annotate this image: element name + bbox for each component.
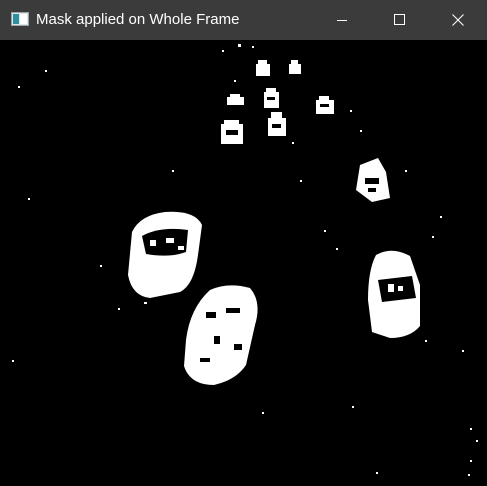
- minimize-icon: [337, 20, 347, 21]
- title-bar[interactable]: Mask applied on Whole Frame: [0, 0, 487, 40]
- mask-blob-right-car: [368, 250, 420, 338]
- mask-frame: [0, 40, 487, 486]
- minimize-button[interactable]: [313, 0, 371, 40]
- binary-mask-image: [0, 40, 487, 486]
- maximize-button[interactable]: [371, 0, 429, 40]
- close-icon: [452, 14, 464, 26]
- app-window: Mask applied on Whole Frame: [0, 0, 487, 486]
- window-title: Mask applied on Whole Frame: [36, 11, 240, 28]
- close-button[interactable]: [429, 0, 487, 40]
- app-icon: [11, 12, 29, 26]
- maximize-icon: [394, 14, 405, 25]
